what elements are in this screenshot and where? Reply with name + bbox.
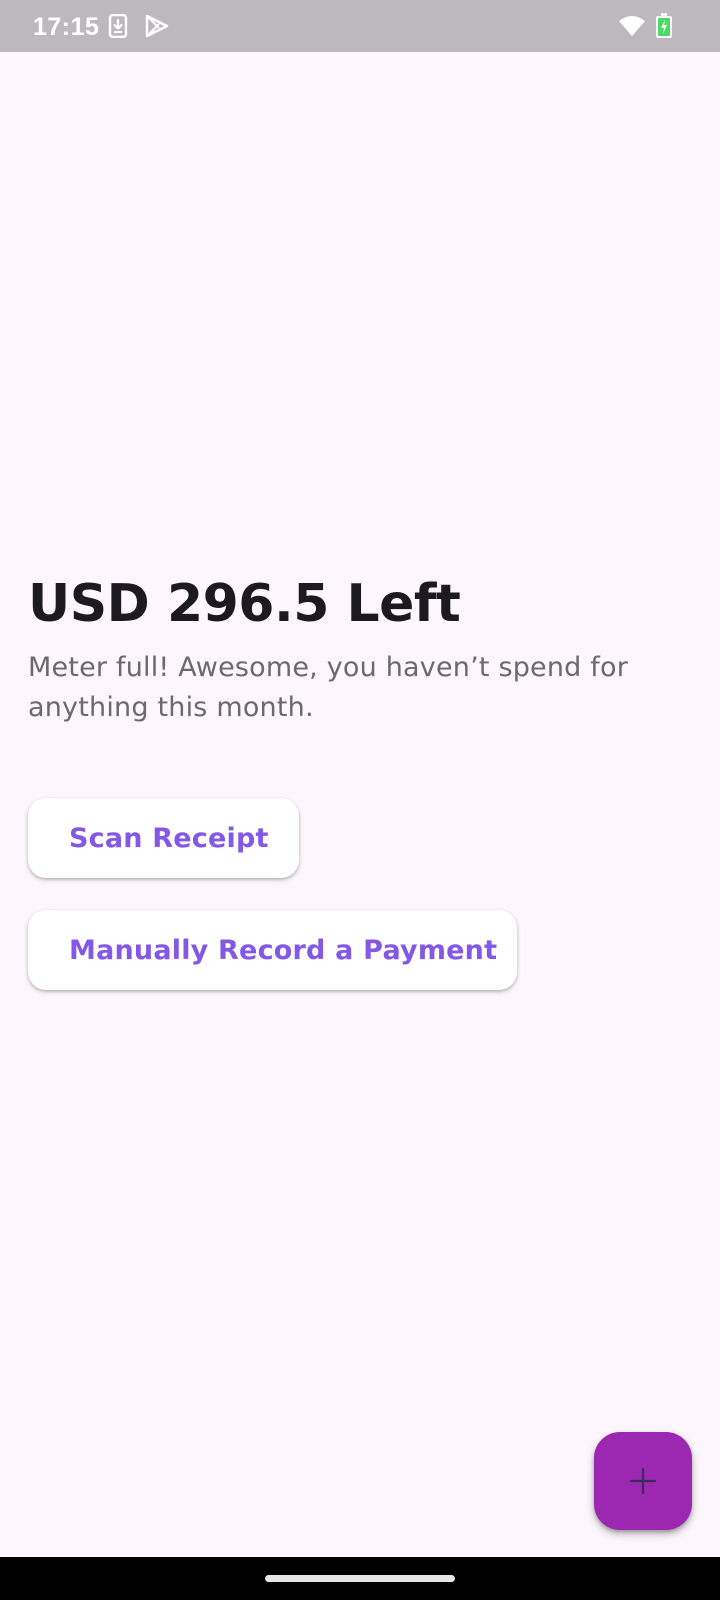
- plus-icon: [629, 1467, 657, 1495]
- balance-remaining: USD 296.5 Left: [28, 574, 461, 634]
- manual-payment-button[interactable]: Manually Record a Payment: [28, 910, 517, 990]
- scan-receipt-label: Scan Receipt: [69, 822, 269, 854]
- scan-receipt-button[interactable]: Scan Receipt: [28, 798, 299, 878]
- balance-subtitle: Meter full! Awesome, you haven’t spend f…: [28, 652, 629, 723]
- budget-summary: USD 296.5 Left Meter full! Awesome, you …: [28, 560, 692, 728]
- play-store-icon: [145, 14, 169, 38]
- wifi-icon: [619, 16, 645, 36]
- home-indicator[interactable]: [265, 1575, 455, 1582]
- download-icon: [108, 14, 128, 38]
- manual-payment-label: Manually Record a Payment: [69, 934, 498, 966]
- battery-charging-icon: [656, 13, 672, 38]
- status-bar: 17:15: [0, 0, 720, 52]
- add-fab-button[interactable]: [594, 1432, 692, 1530]
- status-time: 17:15: [33, 13, 100, 41]
